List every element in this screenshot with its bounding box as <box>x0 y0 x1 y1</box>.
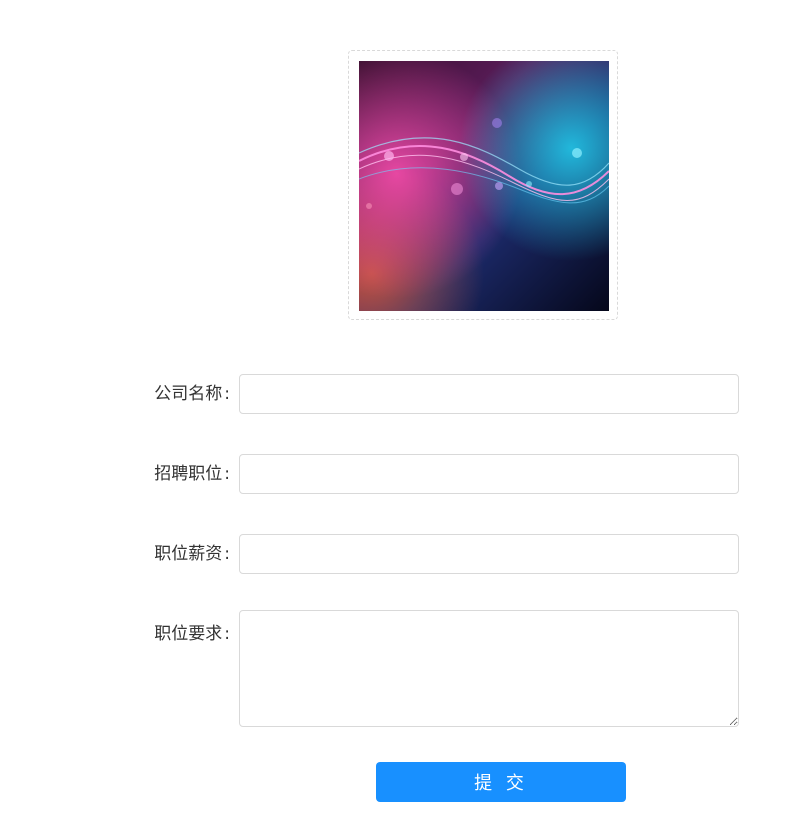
uploaded-image-preview <box>359 61 609 311</box>
submit-button[interactable]: 提 交 <box>376 762 626 802</box>
image-uploader[interactable] <box>348 50 618 320</box>
requirements-textarea[interactable] <box>239 610 739 727</box>
salary-label: 职位薪资: <box>154 544 230 564</box>
requirements-label: 职位要求: <box>154 624 230 644</box>
company-name-label: 公司名称: <box>154 384 230 404</box>
position-input[interactable] <box>239 454 739 494</box>
position-label: 招聘职位: <box>154 464 230 484</box>
salary-input[interactable] <box>239 534 739 574</box>
company-name-input[interactable] <box>239 374 739 414</box>
